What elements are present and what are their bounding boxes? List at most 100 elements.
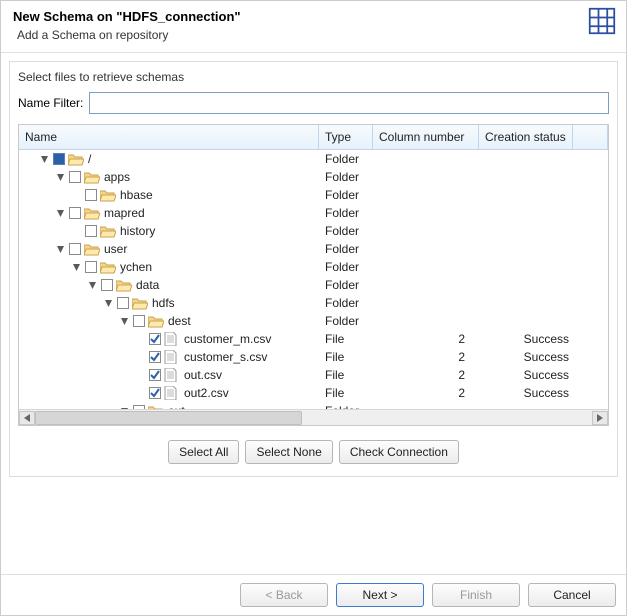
checkbox-icon[interactable]: [117, 297, 129, 309]
row-label: hdfs: [152, 296, 175, 310]
type-cell: File: [319, 332, 373, 346]
checkbox-icon[interactable]: [149, 387, 161, 399]
expander-open-icon[interactable]: [55, 172, 65, 182]
page-subtitle: Add a Schema on repository: [17, 28, 614, 42]
column-header-type[interactable]: Type: [319, 125, 373, 149]
checkbox-icon[interactable]: [85, 189, 97, 201]
checkbox-icon[interactable]: [101, 279, 113, 291]
name-cell: out2.csv: [19, 384, 319, 402]
name-cell: hdfs: [19, 294, 319, 312]
checkbox-indeterminate-icon[interactable]: [53, 153, 65, 165]
indent: [25, 321, 119, 322]
next-button[interactable]: Next >: [336, 583, 424, 607]
folder-open-icon: [68, 152, 84, 166]
row-label: user: [104, 242, 127, 256]
indent: [25, 249, 55, 250]
indent: [25, 267, 71, 268]
table-row[interactable]: dest Folder: [19, 312, 608, 330]
expander-open-icon[interactable]: [87, 280, 97, 290]
table-row[interactable]: customer_m.csvFile2Success: [19, 330, 608, 348]
expander-open-icon[interactable]: [119, 316, 129, 326]
wizard-header: New Schema on "HDFS_connection" Add a Sc…: [1, 1, 626, 53]
folder-open-icon: [84, 206, 100, 220]
table-row[interactable]: appsFolder: [19, 168, 608, 186]
schema-banner-icon: [588, 7, 616, 38]
select-all-button[interactable]: Select All: [168, 440, 239, 464]
scroll-left-button[interactable]: [19, 411, 35, 425]
indent: [25, 393, 135, 394]
table-row[interactable]: /Folder: [19, 150, 608, 168]
name-cell: out.csv: [19, 366, 319, 384]
type-cell: Folder: [319, 224, 373, 238]
column-header-column-number[interactable]: Column number: [373, 125, 479, 149]
expander-placeholder: [135, 388, 145, 398]
check-connection-button[interactable]: Check Connection: [339, 440, 459, 464]
row-label: data: [136, 278, 159, 292]
table-row[interactable]: customer_s.csvFile2Success: [19, 348, 608, 366]
row-label: dest: [168, 314, 191, 328]
expander-placeholder: [71, 226, 81, 236]
table-row[interactable]: ychenFolder: [19, 258, 608, 276]
row-label: customer_m.csv: [184, 332, 271, 346]
table-row[interactable]: data Folder: [19, 276, 608, 294]
folder-open-icon: [100, 260, 116, 274]
name-filter-input[interactable]: [89, 92, 609, 114]
column-number-cell: 2: [373, 332, 479, 346]
finish-button[interactable]: Finish: [432, 583, 520, 607]
row-label: out2.csv: [184, 386, 229, 400]
expander-placeholder: [135, 352, 145, 362]
type-cell: Folder: [319, 278, 373, 292]
back-button[interactable]: < Back: [240, 583, 328, 607]
select-none-button[interactable]: Select None: [245, 440, 332, 464]
checkbox-icon[interactable]: [149, 369, 161, 381]
name-cell: data: [19, 276, 319, 294]
scroll-thumb[interactable]: [35, 411, 302, 425]
type-cell: File: [319, 368, 373, 382]
row-label: /: [88, 152, 91, 166]
table-row[interactable]: mapred Folder: [19, 204, 608, 222]
expander-open-icon[interactable]: [39, 154, 49, 164]
type-cell: Folder: [319, 314, 373, 328]
checkbox-icon[interactable]: [149, 351, 161, 363]
scroll-right-button[interactable]: [592, 411, 608, 425]
table-row[interactable]: historyFolder: [19, 222, 608, 240]
table-row[interactable]: hdfsFolder: [19, 294, 608, 312]
expander-open-icon[interactable]: [55, 208, 65, 218]
expander-placeholder: [71, 190, 81, 200]
checkbox-icon[interactable]: [85, 261, 97, 273]
column-header-creation-status[interactable]: Creation status: [479, 125, 573, 149]
wizard-footer: < Back Next > Finish Cancel: [1, 574, 626, 615]
checkbox-icon[interactable]: [149, 333, 161, 345]
horizontal-scrollbar[interactable]: [19, 409, 608, 425]
type-cell: Folder: [319, 206, 373, 220]
scroll-track[interactable]: [35, 411, 592, 425]
name-cell: history: [19, 222, 319, 240]
checkbox-icon[interactable]: [69, 207, 81, 219]
action-row: Select All Select None Check Connection: [18, 440, 609, 464]
table-row[interactable]: hbaseFolder: [19, 186, 608, 204]
expander-open-icon[interactable]: [55, 244, 65, 254]
row-label: mapred: [104, 206, 145, 220]
indent: [25, 357, 135, 358]
checkbox-icon[interactable]: [133, 315, 145, 327]
schema-group: Select files to retrieve schemas Name Fi…: [9, 61, 618, 477]
cancel-button[interactable]: Cancel: [528, 583, 616, 607]
table-row[interactable]: out.csvFile2Success: [19, 366, 608, 384]
checkbox-icon[interactable]: [69, 243, 81, 255]
checkbox-icon[interactable]: [69, 171, 81, 183]
name-cell: dest: [19, 312, 319, 330]
name-cell: ychen: [19, 258, 319, 276]
folder-open-icon: [132, 296, 148, 310]
expander-open-icon[interactable]: [103, 298, 113, 308]
table-row[interactable]: outFolder: [19, 402, 608, 409]
indent: [25, 231, 71, 232]
name-cell: customer_m.csv: [19, 330, 319, 348]
column-header-name[interactable]: Name: [19, 125, 319, 149]
table-body: /FolderappsFolderhbaseFoldermapredFolder…: [19, 150, 608, 409]
type-cell: Folder: [319, 188, 373, 202]
table-row[interactable]: userFolder: [19, 240, 608, 258]
checkbox-icon[interactable]: [85, 225, 97, 237]
expander-open-icon[interactable]: [71, 262, 81, 272]
table-row[interactable]: out2.csvFile2Success: [19, 384, 608, 402]
expander-placeholder: [135, 334, 145, 344]
